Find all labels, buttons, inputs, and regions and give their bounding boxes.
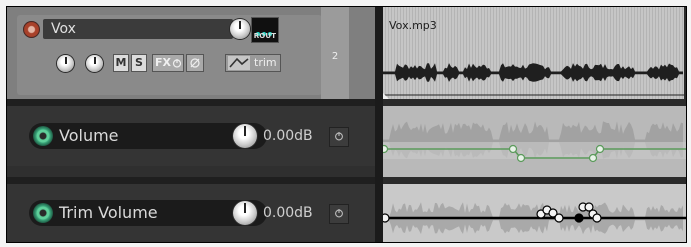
solo-button[interactable]: S [131, 54, 147, 72]
track-number: 2 [331, 51, 339, 62]
track-number-strip[interactable]: 2 [321, 7, 349, 99]
envelope-point[interactable] [508, 144, 518, 154]
envelope-point[interactable] [554, 213, 564, 223]
volume-knob-icon[interactable] [230, 19, 250, 39]
envelope-name: Volume [59, 126, 119, 145]
divider [7, 177, 375, 184]
fx-label: FX [155, 56, 171, 69]
track-name-field[interactable]: Vox [43, 19, 233, 39]
track-header[interactable]: Vox ROUT M S FX trim 2 [7, 7, 375, 99]
envelope-lane-volume[interactable]: Volume 0.00dB [7, 106, 375, 166]
envelope-point[interactable] [595, 144, 605, 154]
trim-label: trim [254, 56, 277, 69]
envelope-value: 0.00dB [263, 205, 313, 221]
envelope-name: Trim Volume [59, 203, 158, 222]
envelope-button[interactable]: trim [225, 54, 281, 72]
envelope-name-band: Trim Volume [29, 200, 267, 226]
envelope-value: 0.00dB [263, 128, 313, 144]
envelope-point[interactable] [588, 153, 598, 163]
fx-power-icon[interactable] [172, 58, 182, 68]
envelope-icon [228, 56, 250, 70]
arrange-canvas [383, 7, 686, 242]
mute-button[interactable]: M [113, 54, 129, 72]
divider [7, 99, 375, 106]
pan-knob-icon[interactable] [57, 55, 74, 72]
route-button[interactable]: ROUT [251, 17, 279, 43]
envelope-name-band: Volume [29, 123, 267, 149]
envelope-value-knob-icon[interactable] [233, 124, 257, 148]
envelope-active-icon[interactable] [33, 126, 53, 146]
tcp-arrange-divider[interactable] [375, 7, 383, 242]
envelope-bypass-button[interactable] [329, 204, 349, 224]
width-knob-icon[interactable] [86, 55, 103, 72]
envelope-point[interactable] [592, 213, 602, 223]
vu-meter-dots [255, 21, 275, 36]
fx-button[interactable]: FX [152, 54, 184, 72]
envelope-point[interactable] [383, 144, 389, 154]
power-icon [335, 209, 343, 218]
envelope-lane-trim-volume[interactable]: Trim Volume 0.00dB [7, 184, 375, 242]
phase-invert-icon [190, 58, 200, 68]
media-item-name: Vox.mp3 [389, 19, 437, 32]
route-label: ROUT [253, 32, 277, 40]
envelope-active-icon[interactable] [33, 203, 53, 223]
reaper-window: Vox ROUT M S FX trim 2 Volume 0.00dB Tri… [6, 6, 687, 243]
envelope-value-knob-icon[interactable] [233, 201, 257, 225]
envelope-bypass-button[interactable] [329, 127, 349, 147]
envelope-point[interactable] [516, 153, 526, 163]
record-arm-icon[interactable] [23, 21, 40, 38]
envelope-point-selected[interactable] [574, 213, 584, 223]
power-icon [335, 132, 343, 141]
track-control-panel: Vox ROUT M S FX trim 2 Volume 0.00dB Tri… [7, 7, 375, 242]
envelope-point[interactable] [383, 213, 390, 223]
phase-invert-button[interactable] [186, 54, 204, 72]
